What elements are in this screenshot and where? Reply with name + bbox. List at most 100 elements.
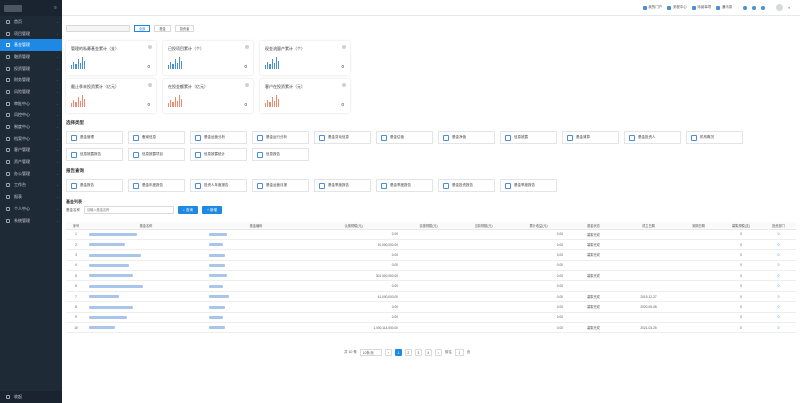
sidebar-item[interactable]: 办公管理 › bbox=[0, 168, 62, 180]
report-entry[interactable]: 基金季度报告 bbox=[314, 179, 371, 192]
top-link-contacts[interactable]: 通讯录 bbox=[716, 5, 732, 10]
sidebar-item[interactable]: 基金管理 › bbox=[0, 39, 62, 52]
cell-fund-name[interactable] bbox=[86, 229, 206, 240]
sidebar-item[interactable]: 融资管理 › bbox=[0, 51, 62, 63]
next-page-button[interactable]: › bbox=[434, 349, 442, 356]
cell-fund-name[interactable] bbox=[86, 291, 206, 303]
top-link-portal[interactable]: 我的门户 bbox=[642, 5, 662, 10]
quick-entry[interactable]: 基金投资人 bbox=[624, 131, 681, 144]
sidebar-item[interactable]: 制度中心 › bbox=[0, 121, 62, 133]
page-button[interactable]: 4 bbox=[424, 349, 432, 356]
quick-entry[interactable]: 基金运行分析 bbox=[252, 131, 309, 144]
report-entry[interactable]: 基金年度报告 bbox=[128, 179, 185, 192]
table-row[interactable]: 9 0.00 0.00 0 0 bbox=[66, 312, 796, 324]
quick-entry[interactable]: 信息披露 bbox=[500, 131, 557, 144]
tab-all[interactable]: 全部 bbox=[134, 25, 151, 32]
search-input[interactable] bbox=[84, 206, 174, 214]
cell-fund-name[interactable] bbox=[86, 260, 206, 272]
table-row[interactable]: 1 0.00 0.00 募集完成 0 0 bbox=[66, 229, 796, 240]
stat-card[interactable]: 管理的私募基金累计（支） 0 bbox=[66, 41, 156, 75]
stat-card[interactable]: 在投金额累计（亿元） 0 bbox=[163, 79, 253, 113]
cell-fund-name[interactable] bbox=[86, 312, 206, 324]
quick-entry[interactable]: 机构概况 bbox=[686, 131, 743, 144]
cell-dept[interactable]: 0 bbox=[761, 229, 796, 240]
cell-dept[interactable]: 0 bbox=[761, 260, 796, 272]
sidebar-item[interactable]: 审批中心 › bbox=[0, 98, 62, 110]
report-entry[interactable]: 基金报告 bbox=[66, 179, 123, 192]
sidebar-item[interactable]: 投资管理 › bbox=[0, 63, 62, 75]
report-entry[interactable]: 投资人年度报告 bbox=[190, 179, 247, 192]
quick-entry[interactable]: 信息披露报告 bbox=[66, 148, 123, 161]
avatar[interactable] bbox=[776, 4, 784, 11]
sidebar-item[interactable]: 个人中心 › bbox=[0, 203, 62, 215]
page-button[interactable]: 1 bbox=[394, 349, 402, 356]
sidebar-footer[interactable]: 收起 bbox=[0, 391, 62, 403]
stat-card[interactable]: 客户在投资累计（元） 0 bbox=[260, 79, 350, 113]
cell-fund-name[interactable] bbox=[86, 249, 206, 261]
table-row[interactable]: 5 301,000,000.00 0.00 募集完成 0 0 bbox=[66, 270, 796, 282]
sidebar-item[interactable]: 系统管理 › bbox=[0, 215, 62, 227]
report-entry[interactable]: 基金季度报告 bbox=[376, 179, 433, 192]
fund-select[interactable] bbox=[66, 25, 130, 32]
stat-card[interactable]: 已投项目累计（个） 0 bbox=[163, 41, 253, 75]
quick-entry[interactable]: 备案信息 bbox=[128, 131, 185, 144]
add-button[interactable]: + 新增 bbox=[201, 206, 223, 214]
cell-fund-name[interactable] bbox=[86, 239, 206, 251]
cell-fund-name[interactable] bbox=[86, 301, 206, 313]
cell-fund-name[interactable] bbox=[86, 322, 206, 334]
goto-input[interactable]: 1 bbox=[454, 349, 464, 356]
sidebar-item[interactable]: 报表 › bbox=[0, 191, 62, 203]
tab-fund[interactable]: 基金 bbox=[154, 25, 171, 32]
sidebar-item[interactable]: 风控中心 › bbox=[0, 110, 62, 122]
stat-card[interactable]: 现金流量产累计（个） 0 bbox=[260, 41, 350, 75]
quick-entry[interactable]: 基金变动信息 bbox=[314, 131, 371, 144]
cell-dept[interactable]: 0 bbox=[761, 312, 796, 324]
top-link-process[interactable]: 流程中心 bbox=[667, 5, 687, 10]
cell-fund-name[interactable] bbox=[86, 280, 206, 292]
sidebar-item[interactable]: 工作台 › bbox=[0, 180, 62, 192]
table-row[interactable]: 7 41,000,000.00 0.00 募集完成 2019-12-27 0 0 bbox=[66, 291, 796, 303]
report-entry[interactable]: 基金季度报告 bbox=[500, 179, 557, 192]
quick-entry[interactable]: 基金清算 bbox=[562, 131, 619, 144]
top-link-todo[interactable]: 待阅事项 bbox=[691, 5, 711, 10]
table-row[interactable]: 2 10,000,000.00 0.00 募集完成 0 0 bbox=[66, 239, 796, 251]
stat-card[interactable]: 截止季末投资累计（亿元） 0 bbox=[66, 79, 156, 113]
user-menu-caret[interactable]: ▾ bbox=[788, 6, 790, 10]
cell-dept[interactable]: 0 bbox=[761, 301, 796, 313]
quick-entry[interactable]: 信息报告 bbox=[252, 148, 309, 161]
table-row[interactable]: 8 0.00 0.00 募集完成 2020-05-08 0 0 bbox=[66, 301, 796, 313]
table-row[interactable]: 4 0.00 0.00 0 0 bbox=[66, 260, 796, 272]
prev-page-button[interactable]: ‹ bbox=[384, 349, 392, 356]
sidebar-item[interactable]: 风险管理 › bbox=[0, 86, 62, 98]
page-size-select[interactable]: 10条/页 bbox=[359, 349, 382, 356]
cell-dept[interactable]: 0 bbox=[761, 280, 796, 292]
table-row[interactable]: 10 1,000,114,000.00 0.00 募集完成 2021-03-25 0 0 bbox=[66, 322, 796, 334]
quick-entry[interactable]: 基金运营分析 bbox=[190, 131, 247, 144]
cell-dept[interactable]: 0 bbox=[761, 322, 796, 334]
cell-dept[interactable]: 0 bbox=[761, 270, 796, 282]
quick-entry[interactable]: 基金净值 bbox=[438, 131, 495, 144]
cell-dept[interactable]: 0 bbox=[761, 239, 796, 251]
page-button[interactable]: 3 bbox=[414, 349, 422, 356]
cell-dept[interactable]: 0 bbox=[761, 291, 796, 303]
report-entry[interactable]: 基金运营月报 bbox=[252, 179, 309, 192]
page-button[interactable]: 2 bbox=[404, 349, 412, 356]
sidebar-item[interactable]: 资产管理 › bbox=[0, 156, 62, 168]
sidebar-item[interactable]: 项目管理 › bbox=[0, 28, 62, 40]
quick-entry[interactable]: 基金管理 bbox=[66, 131, 123, 144]
settings-icon[interactable] bbox=[761, 5, 766, 10]
table-row[interactable]: 6 0.00 0.00 0 0 bbox=[66, 280, 796, 292]
report-entry[interactable]: 基金投资报告 bbox=[438, 179, 495, 192]
sidebar-item[interactable]: 财务管理 › bbox=[0, 74, 62, 86]
quick-entry[interactable]: 信息披露项目 bbox=[128, 148, 185, 161]
cell-fund-name[interactable] bbox=[86, 270, 206, 282]
sidebar-item[interactable]: 首页 › bbox=[0, 16, 62, 28]
sidebar-item[interactable]: 档案中心 › bbox=[0, 133, 62, 145]
quick-entry[interactable]: 基金估值 bbox=[376, 131, 433, 144]
cloud-icon[interactable] bbox=[743, 5, 748, 10]
quick-entry[interactable]: 信息披露统计 bbox=[190, 148, 247, 161]
sidebar-item[interactable]: 客户管理 › bbox=[0, 145, 62, 157]
menu-toggle-icon[interactable]: ≡ bbox=[54, 5, 59, 11]
message-icon[interactable] bbox=[752, 5, 757, 10]
tab-investor[interactable]: 投资者 bbox=[174, 25, 195, 32]
